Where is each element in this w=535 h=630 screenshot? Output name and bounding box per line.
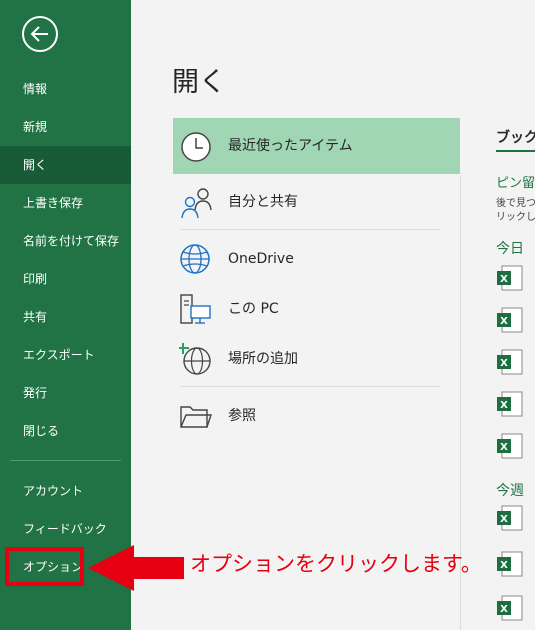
sidebar-item-open[interactable]: 開く (0, 146, 131, 184)
location-browse-label: 参照 (228, 408, 256, 424)
sidebar-item-export[interactable]: エクスポート (0, 336, 131, 374)
svg-text:X: X (500, 316, 508, 327)
sidebar-item-account[interactable]: アカウント (0, 472, 131, 510)
location-shared-label: 自分と共有 (228, 194, 298, 210)
excel-file-icon[interactable]: X (496, 505, 524, 531)
excel-file-icon[interactable]: X (496, 307, 524, 333)
this-pc-icon (179, 293, 213, 327)
sidebar-item-save[interactable]: 上書き保存 (0, 184, 131, 222)
svg-text:X: X (500, 400, 508, 411)
sidebar-item-save-as[interactable]: 名前を付けて保存 (0, 222, 131, 260)
add-place-icon (177, 342, 213, 377)
svg-text:X: X (500, 604, 508, 615)
svg-text:X: X (500, 560, 508, 571)
location-this-pc[interactable]: この PC (173, 281, 460, 337)
shared-people-icon (179, 186, 213, 220)
recent-tab-workbooks[interactable]: ブック (496, 127, 535, 147)
back-arrow-icon[interactable] (22, 16, 58, 52)
sidebar-item-share[interactable]: 共有 (0, 298, 131, 336)
svg-text:X: X (500, 514, 508, 525)
excel-file-icon[interactable]: X (496, 349, 524, 375)
location-recent[interactable]: 最近使ったアイテム (173, 118, 460, 174)
annotation-text: オプションをクリックします。 (190, 552, 482, 576)
excel-file-icon[interactable]: X (496, 265, 524, 291)
annotation-arrow-icon (86, 543, 186, 597)
excel-file-icon[interactable]: X (496, 551, 524, 577)
location-onedrive[interactable]: OneDrive (173, 231, 460, 287)
location-this-pc-label: この PC (228, 301, 279, 317)
location-add-place[interactable]: 場所の追加 (173, 331, 460, 387)
location-shared[interactable]: 自分と共有 (173, 174, 460, 230)
globe-icon (179, 243, 213, 277)
location-add-place-label: 場所の追加 (228, 351, 298, 367)
location-divider (180, 386, 440, 387)
group-today: 今日 (496, 241, 524, 257)
location-recent-label: 最近使ったアイテム (228, 138, 353, 154)
excel-file-icon[interactable]: X (496, 433, 524, 459)
excel-file-icon[interactable]: X (496, 391, 524, 417)
sidebar-item-close[interactable]: 閉じる (0, 412, 131, 450)
sidebar-divider (10, 460, 121, 461)
pinned-description: リックしま (496, 212, 535, 223)
group-this-week: 今週 (496, 483, 524, 499)
sidebar-item-publish[interactable]: 発行 (0, 374, 131, 412)
clock-icon (179, 130, 213, 164)
sidebar-item-info[interactable]: 情報 (0, 70, 131, 108)
options-highlight-box (5, 547, 84, 586)
pinned-heading: ピン留め (496, 176, 535, 191)
excel-file-icon[interactable]: X (496, 595, 524, 621)
svg-text:X: X (500, 358, 508, 369)
sidebar-item-new[interactable]: 新規 (0, 108, 131, 146)
folder-icon (179, 400, 213, 434)
location-browse[interactable]: 参照 (173, 388, 460, 444)
svg-text:X: X (500, 442, 508, 453)
svg-text:X: X (500, 274, 508, 285)
sidebar-item-print[interactable]: 印刷 (0, 260, 131, 298)
recent-tab-underline (496, 150, 535, 152)
location-onedrive-label: OneDrive (228, 251, 294, 267)
backstage-sidebar: 情報 新規 開く 上書き保存 名前を付けて保存 印刷 共有 エクスポート 発行 … (0, 0, 131, 630)
location-divider (180, 229, 440, 230)
page-title: 開く (172, 67, 226, 98)
pinned-description: 後で見つ (496, 198, 535, 209)
